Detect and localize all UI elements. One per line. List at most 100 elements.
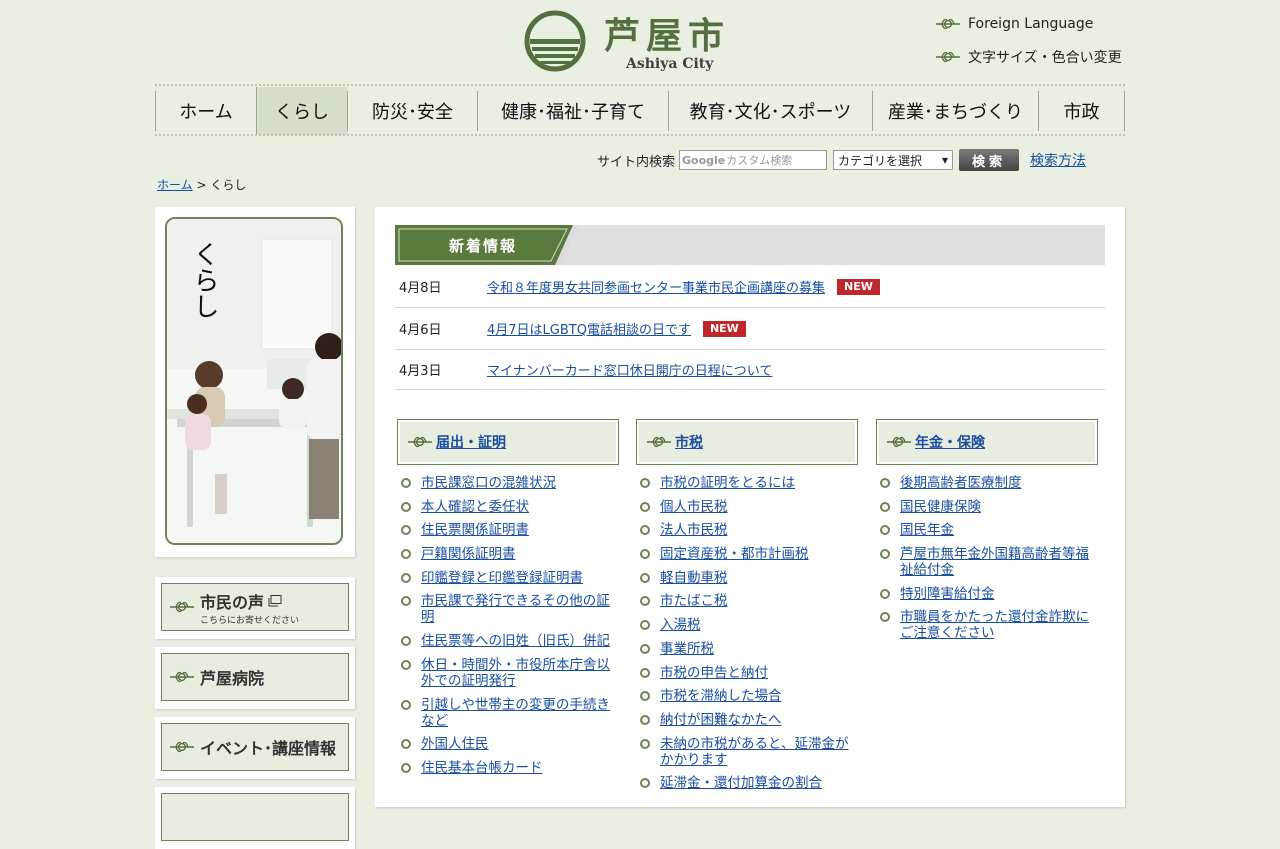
category-link[interactable]: 市税を滞納した場合 (660, 688, 782, 704)
citizen-voice-button[interactable]: 市民の声 こちらにお寄せください (155, 577, 355, 639)
category-link[interactable]: 住民基本台帳カード (421, 760, 543, 776)
category-link[interactable]: 後期高齢者医療制度 (900, 475, 1022, 491)
category-link[interactable]: 国民年金 (900, 522, 954, 538)
category-link[interactable]: 本人確認と委任状 (421, 499, 529, 515)
site-logo[interactable]: 芦屋市 Ashiya City (524, 10, 734, 74)
category-link[interactable]: 市民課窓口の混雑状況 (421, 475, 556, 491)
nav-item-kurashi[interactable]: くらし (256, 87, 347, 135)
bullet-icon (401, 699, 411, 710)
logo-title: 芦屋市 (604, 15, 731, 57)
search-help-link[interactable]: 検索方法 (1030, 150, 1086, 170)
category-link[interactable]: 法人市民税 (660, 522, 728, 538)
category-title-link[interactable]: 届出・証明 (436, 432, 506, 452)
category-link[interactable]: 国民健康保険 (900, 499, 981, 515)
side-button-partial[interactable] (155, 787, 355, 849)
news-link[interactable]: 令和８年度男女共同参画センター事業市民企画講座の募集 (487, 277, 825, 296)
category-link[interactable]: 固定資産税・都市計画税 (660, 546, 809, 562)
bullet-icon (401, 596, 411, 607)
news-header: 新着情報 (395, 225, 1105, 265)
category-link[interactable]: 住民票関係証明書 (421, 522, 529, 538)
category-link[interactable]: 軽自動車税 (660, 570, 728, 586)
breadcrumb-home[interactable]: ホーム (157, 178, 193, 192)
citizen-voice-label: 市民の声 (200, 592, 265, 612)
side-box-partial (161, 793, 349, 841)
news-item: 4月6日 4月7日はLGBTQ電話相談の日です NEW (395, 308, 1105, 350)
search-button[interactable]: 検索 (959, 149, 1020, 171)
category-link-item: 個人市民税 (636, 499, 858, 515)
search-input[interactable]: Google カスタム検索 (679, 150, 828, 170)
category-link[interactable]: 市税の申告と納付 (660, 665, 768, 681)
nav-item-shisei[interactable]: 市政 (1038, 91, 1125, 131)
nav-item-kenkou[interactable]: 健康･福祉･子育て (477, 91, 668, 131)
hospital-box: 芦屋病院 (161, 653, 349, 701)
google-logo: Google (682, 153, 726, 167)
category-link-item: 市税の証明をとるには (636, 475, 858, 491)
search-label: サイト内検索 (597, 154, 676, 170)
category-link[interactable]: 個人市民税 (660, 499, 728, 515)
breadcrumb-current: くらし (210, 178, 247, 192)
category-title-link[interactable]: 年金・保険 (915, 432, 985, 452)
bullet-icon (880, 525, 890, 536)
bullet-icon (880, 588, 890, 599)
category-select[interactable]: カテゴリを選択 ▾ (833, 150, 954, 170)
bullet-icon (640, 643, 650, 654)
global-nav: ホーム くらし 防災･安全 健康･福祉･子育て 教育･文化･スポーツ 産業･まち… (155, 87, 1125, 135)
category-link-item: 住民票関係証明書 (397, 522, 619, 538)
events-button[interactable]: イベント･講座情報 (155, 717, 355, 779)
nav-item-home[interactable]: ホーム (155, 91, 256, 131)
category-link[interactable]: 芦屋市無年金外国籍高齢者等福祉給付金 (900, 546, 1089, 578)
news-link[interactable]: 4月7日はLGBTQ電話相談の日です (487, 319, 691, 338)
bullet-icon (640, 778, 650, 789)
category-link-item: 市たばこ税 (636, 593, 858, 609)
category-header: 年金・保険 (876, 419, 1098, 465)
category-link[interactable]: 市民課で発行できるその他の証明 (421, 593, 610, 625)
font-size-color-link[interactable]: 文字サイズ・色合い変更 (936, 47, 1122, 67)
category-link[interactable]: 市職員をかたった還付金詐欺にご注意ください (900, 609, 1089, 641)
nav-item-sangyou[interactable]: 産業･まちづくり (872, 91, 1038, 131)
category-link[interactable]: 住民票等への旧姓（旧氏）併記 (421, 633, 610, 649)
category-photo-card: くらし (155, 207, 355, 557)
category-link[interactable]: 特別障害給付金 (900, 586, 995, 602)
category-link[interactable]: 市たばこ税 (660, 593, 728, 609)
category-link[interactable]: 休日・時間外・市役所本庁舎以外での証明発行 (421, 657, 610, 689)
new-badge: NEW (702, 320, 746, 337)
category-link[interactable]: 市税の証明をとるには (660, 475, 795, 491)
citizen-voice-sub: こちらにお寄せください (200, 615, 300, 626)
photo-title: くらし (189, 241, 219, 319)
hospital-button[interactable]: 芦屋病院 (155, 647, 355, 709)
category-link-item: 市税を滞納した場合 (636, 688, 858, 704)
bullet-icon (640, 525, 650, 536)
category-link-item: 休日・時間外・市役所本庁舎以外での証明発行 (397, 657, 619, 689)
external-window-icon (268, 594, 282, 606)
bullet-icon (640, 738, 650, 749)
category-link-item: 市民課で発行できるその他の証明 (397, 593, 619, 625)
category-column: 年金・保険 後期高齢者医療制度 国民健康保険 国民年金 芦屋市無年金外国籍高齢者… (876, 419, 1098, 649)
category-link[interactable]: 外国人住民 (421, 736, 489, 752)
category-link[interactable]: 延滞金・還付加算金の割合 (660, 775, 822, 791)
sprig-icon (647, 436, 671, 448)
site-search: サイト内検索 Google カスタム検索 カテゴリを選択 ▾ 検索 検索方法 (597, 149, 1086, 171)
category-link[interactable]: 引越しや世帯主の変更の手続きなど (421, 697, 610, 729)
category-title-link[interactable]: 市税 (675, 432, 703, 452)
category-link[interactable]: 事業所税 (660, 641, 714, 657)
city-emblem-icon (524, 10, 586, 72)
news-date: 4月8日 (399, 281, 442, 296)
nav-item-bousai[interactable]: 防災･安全 (347, 91, 477, 131)
category-link[interactable]: 未納の市税があると、延滞金がかかります (660, 736, 848, 768)
foreign-language-link[interactable]: Foreign Language (936, 16, 1093, 32)
nav-item-kyouiku[interactable]: 教育･文化･スポーツ (668, 91, 872, 131)
bullet-icon (401, 762, 411, 773)
category-link[interactable]: 納付が困難なかたへ (660, 712, 782, 728)
category-link[interactable]: 印鑑登録と印鑑登録証明書 (421, 570, 583, 586)
chevron-down-icon: ▾ (941, 153, 949, 167)
bullet-icon (401, 525, 411, 536)
category-link[interactable]: 戸籍関係証明書 (421, 546, 516, 562)
category-link-item: 特別障害給付金 (876, 586, 1098, 602)
news-link[interactable]: マイナンバーカード窓口休日開庁の日程について (487, 360, 772, 379)
news-item: 4月8日 令和８年度男女共同参画センター事業市民企画講座の募集 NEW (395, 266, 1105, 308)
breadcrumb: ホーム > くらし (157, 176, 246, 193)
hospital-label: 芦屋病院 (200, 669, 265, 688)
category-link[interactable]: 入湯税 (660, 617, 701, 633)
news-heading: 新着情報 (449, 237, 518, 255)
category-link-item: 未納の市税があると、延滞金がかかります (636, 736, 858, 768)
